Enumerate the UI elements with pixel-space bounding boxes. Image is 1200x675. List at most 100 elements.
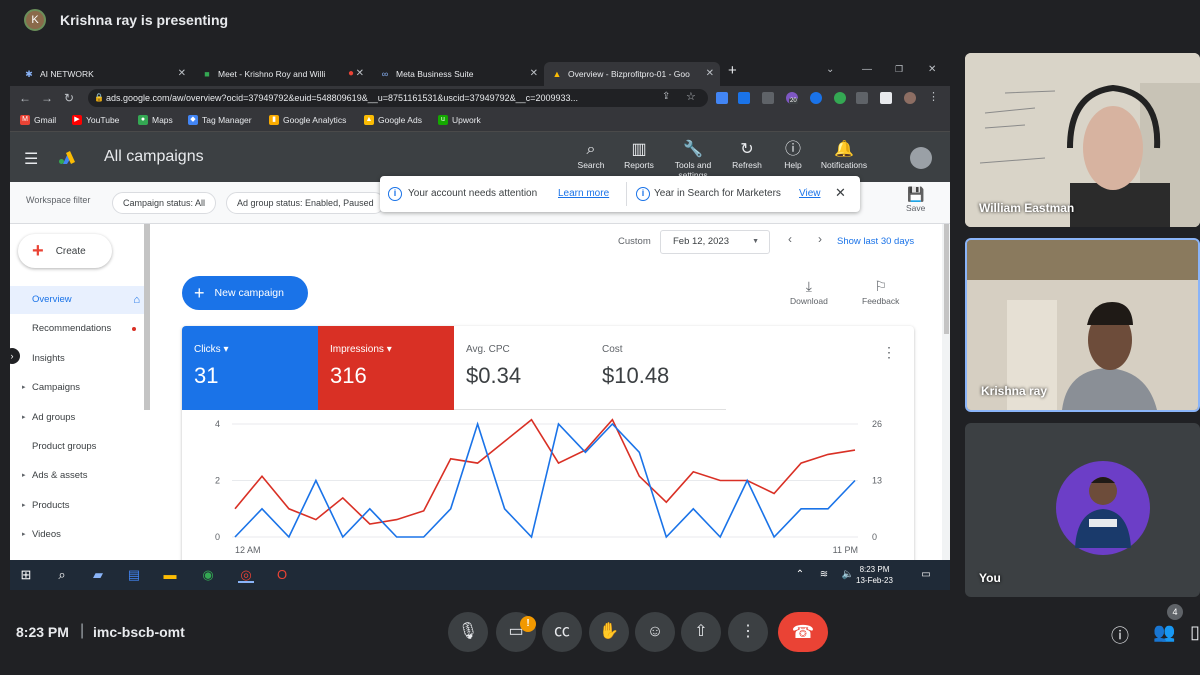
bookmark-google-ads[interactable]: ▲ Google Ads [364,115,422,125]
notification-center-icon[interactable]: ▭ [918,567,934,583]
sidebar-item-label: Insights [32,353,65,364]
sidebar-item-videos[interactable]: ▸ Videos [10,521,146,549]
extension-icon[interactable] [716,92,728,104]
bookmark-tag-manager[interactable]: ◆ Tag Manager [188,115,252,125]
bookmark-gmail[interactable]: M Gmail [20,115,56,125]
forward-icon[interactable]: → [36,91,58,105]
learn-more-link[interactable]: Learn more [558,188,609,199]
reload-icon[interactable]: ↻ [58,91,80,105]
feedback-button[interactable]: ⚐ Feedback [862,278,899,306]
sidebar-item-campaigns[interactable]: ▸ Campaigns [10,374,146,402]
tools-button[interactable]: 🔧 Tools and settings [663,140,723,180]
metric-impressions[interactable]: Impressions ▾ 316 [318,326,454,410]
participant-tile-you[interactable]: You [965,423,1200,597]
campaign-status-chip[interactable]: Campaign status: All [112,192,217,214]
card-kebab-menu-icon[interactable]: ⋮ [882,344,896,361]
new-campaign-button[interactable]: + New campaign [182,276,308,310]
chevron-right-icon[interactable]: › [818,232,822,246]
microphone-button[interactable]: 🎙 [448,612,488,652]
search-icon[interactable]: ⌕ [54,567,70,583]
tab-meet[interactable]: ■ Meet - Krishno Roy and Willi ● ✕ [194,62,370,86]
sidebar-item-product-groups[interactable]: Product groups [10,433,146,461]
profile-icon[interactable] [904,92,916,104]
chevron-left-icon[interactable]: ‹ [788,232,792,246]
bookmark-maps[interactable]: ● Maps [138,115,173,125]
chrome-icon[interactable]: ◎ [238,567,254,583]
bookmark-upwork[interactable]: u Upwork [438,115,481,125]
close-icon[interactable]: ✕ [530,68,538,79]
side-panel-icon[interactable] [880,92,892,104]
sidebar-item-ad-groups[interactable]: ▸ Ad groups [10,404,146,432]
sidebar-item-recommendations[interactable]: Recommendations [10,315,146,343]
tab-meta-business[interactable]: ∞ Meta Business Suite ✕ [372,62,544,86]
participant-tile-krishna[interactable]: Krishna ray [965,238,1200,412]
extension-icon[interactable] [810,92,822,104]
tab-search-icon[interactable]: ⌄ [826,64,834,75]
url-input[interactable]: 🔒 ads.google.com/aw/overview?ocid=379497… [88,89,708,107]
captions-button[interactable]: ㏄ [542,612,582,652]
bookmark-youtube[interactable]: ▶ YouTube [72,115,119,125]
restore-icon[interactable]: ❐ [895,64,903,75]
expand-arrow-icon: ▸ [22,472,26,479]
close-icon[interactable]: ✕ [356,68,364,79]
y-tick-right: 13 [872,476,882,486]
main-scrollbar[interactable] [944,224,949,334]
metric-value: $10.48 [602,363,670,388]
tab-google-ads[interactable]: ▲ Overview - Bizprofitpro-01 - Goo ✕ [544,62,720,86]
sidebar-item-ads-assets[interactable]: ▸ Ads & assets [10,462,146,490]
sidebar-item-products[interactable]: ▸ Products [10,492,146,520]
kebab-menu-icon[interactable]: ⋮ [928,90,939,103]
metric-cost[interactable]: Cost $10.48 [590,326,726,410]
present-button[interactable]: ⇧ [681,612,721,652]
close-icon[interactable]: ✕ [178,68,186,79]
end-call-button[interactable]: ☎ [778,612,828,652]
save-button[interactable]: 💾 Save [906,186,925,213]
ad-group-status-chip[interactable]: Ad group status: Enabled, Paused [226,192,385,214]
file-explorer-icon[interactable]: ▬ [162,567,178,583]
opera-icon[interactable]: O [274,567,290,583]
people-icon[interactable]: 👥 [1153,622,1175,643]
participant-tile-william[interactable]: William Eastman [965,53,1200,227]
raise-hand-button[interactable]: ✋ [589,612,629,652]
taskbar-clock[interactable]: 8:23 PM 13-Feb-23 [856,564,893,586]
new-tab-button[interactable]: + [728,62,737,79]
sidebar-scrollbar[interactable] [144,224,150,410]
reactions-button[interactable]: ☺ [635,612,675,652]
edge-icon[interactable]: ◉ [200,567,216,583]
tab-ai-network[interactable]: ✱ AI NETWORK ✕ [16,62,192,86]
notifications-button[interactable]: 🔔 Notifications [814,140,874,170]
extension-icon[interactable] [738,92,750,104]
windows-start-icon[interactable]: ⊞ [18,567,34,583]
minimize-icon[interactable]: — [862,64,872,75]
extension-icon[interactable] [834,92,846,104]
date-picker[interactable]: Feb 12, 2023 ▼ [660,230,770,254]
close-icon[interactable]: ✕ [835,185,846,201]
show-last-30-days-link[interactable]: Show last 30 days [837,236,914,247]
download-button[interactable]: ⤓ Download [790,278,828,306]
more-options-button[interactable]: ⋮ [728,612,768,652]
share-icon[interactable]: ⇪ [662,91,670,102]
view-link[interactable]: View [799,188,821,199]
network-icon[interactable]: ≋ [816,567,832,583]
close-icon[interactable]: ✕ [706,68,714,79]
meeting-info-icon[interactable]: ⓘ [1111,622,1129,648]
bookmark-google-analytics[interactable]: ▮ Google Analytics [269,115,346,125]
sidebar-item-overview[interactable]: Overview ⌂ [10,286,146,314]
extension-icon[interactable] [762,92,774,104]
hamburger-menu-icon[interactable]: ☰ [24,149,38,169]
metric-avg-cpc[interactable]: Avg. CPC $0.34 [454,326,590,410]
window-close-icon[interactable]: ✕ [928,64,936,75]
create-button[interactable]: + Create [18,234,112,268]
volume-icon[interactable]: 🔈 [840,567,856,583]
reports-button[interactable]: ▥ Reports [609,140,669,170]
back-icon[interactable]: ← [14,91,36,105]
puzzle-icon[interactable] [856,92,868,104]
metric-clicks[interactable]: Clicks ▾ 31 [182,326,318,410]
bookmark-star-icon[interactable]: ☆ [686,90,696,103]
word-icon[interactable]: ▤ [126,567,142,583]
tray-chevron-icon[interactable]: ⌃ [792,567,808,583]
account-avatar[interactable] [910,147,932,169]
sidebar-item-insights[interactable]: Insights [10,345,146,373]
chat-icon[interactable]: ▯ [1190,622,1200,643]
photos-icon[interactable]: ▰ [90,567,106,583]
